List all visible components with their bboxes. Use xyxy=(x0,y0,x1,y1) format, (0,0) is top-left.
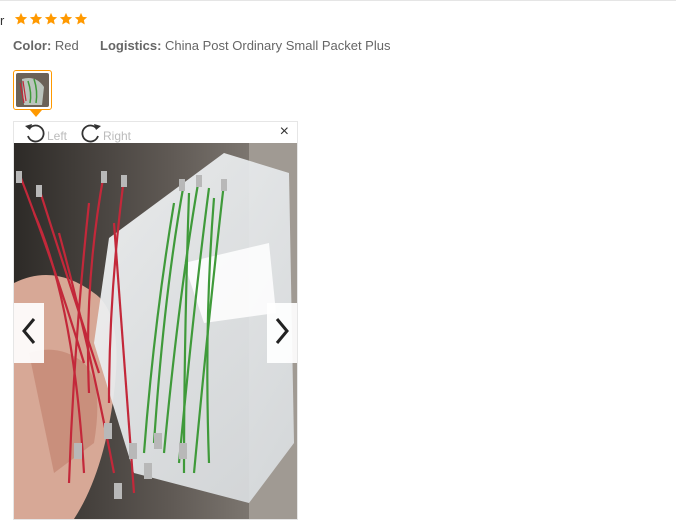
review-attributes: Color: Red Logistics: China Post Ordinar… xyxy=(13,38,390,53)
top-divider xyxy=(0,0,676,1)
close-icon[interactable]: × xyxy=(280,124,289,140)
review-photo xyxy=(14,143,297,519)
star-icon xyxy=(14,12,28,25)
viewer-toolbar: Left Right × xyxy=(14,122,297,143)
color-value: Red xyxy=(54,38,79,53)
rotate-right-label: Right xyxy=(103,128,132,143)
star-icon xyxy=(74,12,88,25)
star-icon xyxy=(44,12,58,25)
thumbnail-selected-caret xyxy=(30,110,42,117)
color-key: Color: xyxy=(13,38,52,53)
chevron-right-icon xyxy=(274,317,290,350)
star-rating xyxy=(14,12,88,26)
next-photo-button[interactable] xyxy=(267,303,297,363)
logistics-key: Logistics: xyxy=(100,38,162,53)
star-icon xyxy=(29,12,43,25)
chevron-left-icon xyxy=(21,317,37,350)
photo-viewer: Left Right × xyxy=(13,121,298,520)
logistics-value: China Post Ordinary Small Packet Plus xyxy=(165,38,391,53)
reviewer-name-fragment: r xyxy=(0,13,5,28)
review-photo-thumbnail[interactable] xyxy=(13,70,52,110)
rotate-left-label: Left xyxy=(47,128,68,143)
thumbnail-image xyxy=(16,73,49,107)
star-icon xyxy=(59,12,73,25)
previous-photo-button[interactable] xyxy=(14,303,44,363)
